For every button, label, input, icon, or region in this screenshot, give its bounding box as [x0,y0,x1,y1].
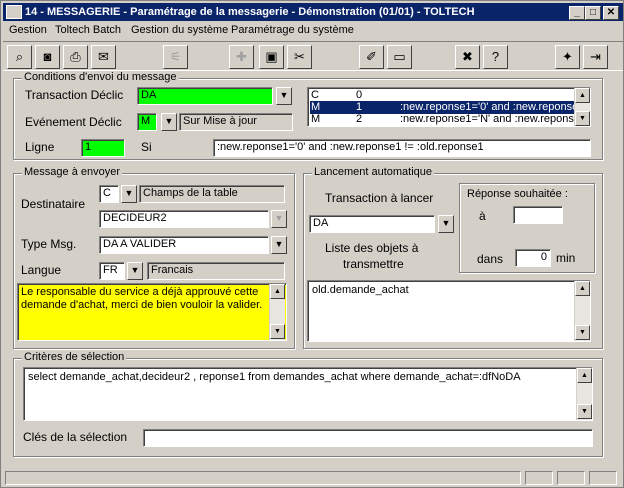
toolbar: ⌕ ◙ ⎙ ✉ ⚟ ✚ ▣ ✂ ✐ ▭ ✖ ? ✦ ⇥ [3,41,623,71]
launch-transaction-label: Transaction à lancer [325,191,434,205]
menu-toltech-batch[interactable]: Toltech Batch [55,24,121,36]
list-col-type: M [311,113,321,125]
objects-label-line2: transmettre [343,257,404,271]
scroll-down-icon[interactable]: ▼ [577,404,592,419]
response-label: Réponse souhaitée : [467,188,568,200]
sql-field[interactable]: select demande_achat,decideur2 , reponse… [23,367,593,421]
exit-icon[interactable]: ⇥ [583,45,608,69]
line-label: Ligne [25,140,55,154]
eraser-icon[interactable]: ✐ [359,45,384,69]
scroll-down-icon[interactable]: ▼ [270,324,285,339]
sql-scrollbar[interactable]: ▲ ▼ [576,368,592,420]
event-description: Sur Mise à jour [179,113,293,131]
transaction-label: Transaction Déclic [25,88,124,102]
add-icon[interactable]: ✚ [229,45,254,69]
min-label: min [556,251,576,265]
keys-label: Clés de la sélection [23,430,128,444]
disabled-icon[interactable]: ⚟ [163,45,188,69]
criteria-legend: Critères de sélection [22,351,127,363]
recipient-code-dropdown[interactable]: ▼ [121,185,137,203]
minimize-button[interactable]: _ [569,6,585,20]
at-label: à [479,209,486,223]
email-icon[interactable]: ✉ [91,45,116,69]
list-col-line: 2 [356,113,363,125]
main-window: 14 - MESSAGERIE - Paramétrage de la mess… [0,0,624,488]
transaction-dropdown[interactable]: ▼ [276,87,292,105]
maximize-button[interactable]: □ [585,6,601,20]
scroll-up-icon[interactable]: ▲ [575,281,590,296]
language-description: Francais [147,262,285,280]
at-field[interactable] [513,206,563,224]
app-icon [6,5,22,19]
launch-transaction-field[interactable]: DA [309,215,435,233]
window-title: 14 - MESSAGERIE - Paramétrage de la mess… [25,6,475,18]
menu-bar: Gestion Toltech Batch Gestion du système… [3,22,623,40]
status-panel-2 [557,471,585,485]
scroll-up-icon[interactable]: ▲ [270,284,285,299]
keys-field[interactable] [143,429,593,447]
in-label: dans [477,252,504,266]
objects-field[interactable]: old.demande_achat [307,280,591,342]
recipient-code-description: Champs de la table [139,185,285,203]
line-field[interactable]: 1 [81,139,125,157]
conditions-list-scrollbar[interactable]: ▲ ▼ [574,88,590,126]
menu-gestion-systeme[interactable]: Gestion du système [131,24,228,36]
cut-icon[interactable]: ✂ [287,45,312,69]
scroll-down-icon[interactable]: ▼ [575,111,590,126]
recipient-code-field[interactable]: C [99,185,119,203]
transaction-field[interactable]: DA [137,87,273,105]
close-window-icon[interactable]: ✖ [455,45,480,69]
language-code-field[interactable]: FR [99,262,125,280]
conditions-legend: Conditions d'envoi du message [22,71,179,83]
message-type-label: Type Msg. [21,237,77,251]
status-bar [5,471,521,485]
wizard-icon[interactable]: ✦ [555,45,580,69]
language-label: Langue [21,263,62,277]
language-dropdown[interactable]: ▼ [127,262,143,280]
search-icon[interactable]: ⌕ [7,45,32,69]
event-label: Evénement Déclic [25,115,122,129]
auto-launch-legend: Lancement automatique [312,166,435,178]
message-type-field[interactable]: DA A VALIDER [99,236,269,254]
status-panel-1 [525,471,553,485]
in-field[interactable]: 0 [515,249,551,267]
message-body-scrollbar[interactable]: ▲ ▼ [269,284,285,340]
event-dropdown[interactable]: ▼ [161,113,177,131]
conditions-list[interactable]: C 0 M 1 :new.reponse1='0' and :new.repon… [307,87,591,127]
scroll-down-icon[interactable]: ▼ [575,325,590,340]
scroll-up-icon[interactable]: ▲ [575,88,590,103]
new-page-icon[interactable]: ▭ [387,45,412,69]
message-type-dropdown[interactable]: ▼ [271,236,287,254]
printer-icon[interactable]: ⎙ [63,45,88,69]
event-field[interactable]: M [137,113,157,131]
if-label: Si [141,140,152,154]
save-icon[interactable]: ▣ [259,45,284,69]
list-col-condition: :new.reponse1='N' and :new.reponse1 [400,113,587,125]
recipient-label: Destinataire [21,197,86,211]
objects-scrollbar[interactable]: ▲ ▼ [574,281,590,341]
launch-transaction-dropdown[interactable]: ▼ [438,215,454,233]
menu-gestion[interactable]: Gestion [9,24,47,36]
condition-field[interactable]: :new.reponse1='0' and :new.reponse1 != :… [213,139,591,157]
list-item[interactable]: M 2 :new.reponse1='N' and :new.reponse1 [310,113,586,126]
menu-parametrage-systeme[interactable]: Paramétrage du système [231,24,354,36]
help-icon[interactable]: ? [483,45,508,69]
close-button[interactable]: ✕ [603,6,619,20]
camera-icon[interactable]: ◙ [35,45,60,69]
recipient-dropdown[interactable]: ▼ [271,210,287,228]
objects-label-line1: Liste des objets à [325,241,419,255]
status-panel-3 [589,471,617,485]
recipient-field[interactable]: DECIDEUR2 [99,210,269,228]
message-legend: Message à envoyer [22,166,122,178]
scroll-up-icon[interactable]: ▲ [577,368,592,383]
title-bar: 14 - MESSAGERIE - Paramétrage de la mess… [3,3,623,21]
message-body[interactable]: Le responsable du service a déjà approuv… [17,283,287,341]
